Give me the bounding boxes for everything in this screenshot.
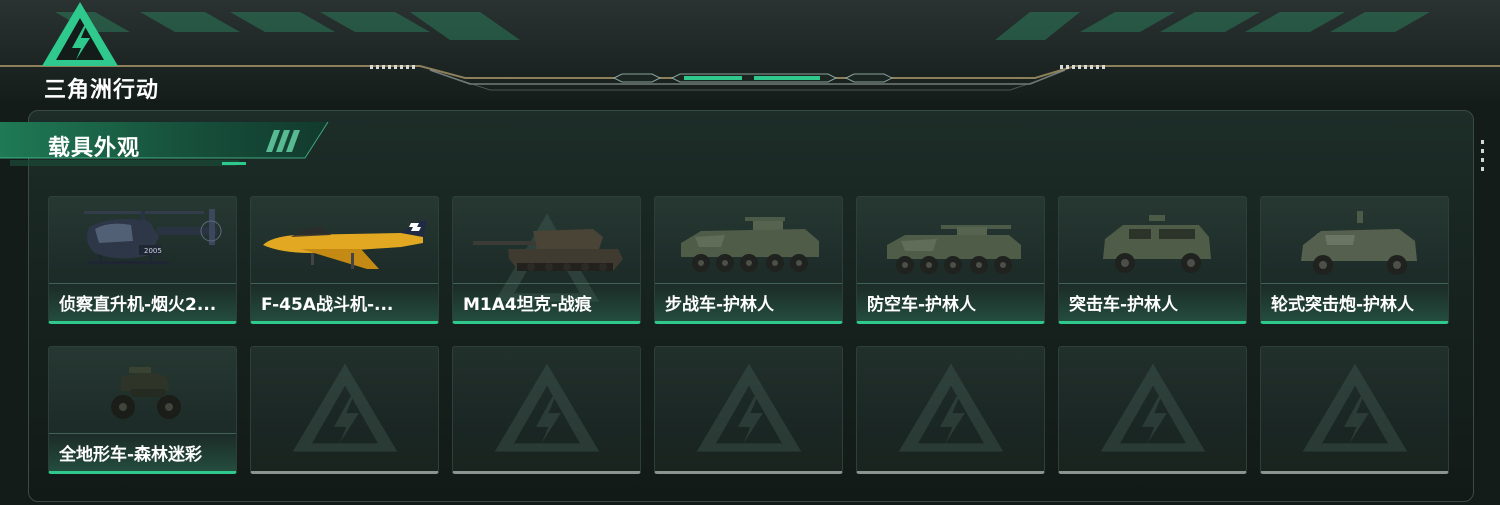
aa-vehicle-icon bbox=[887, 225, 1021, 274]
watermark-triangle-icon bbox=[292, 363, 397, 452]
fighter-jet-icon bbox=[263, 221, 427, 269]
vehicle-name: F-45A战斗机-... bbox=[261, 295, 394, 315]
watermark-triangle-icon bbox=[696, 363, 801, 452]
vehicle-name: M1A4坦克-战痕 bbox=[463, 295, 592, 315]
watermark-triangle-icon bbox=[494, 363, 599, 452]
empty-slot bbox=[250, 346, 439, 474]
logo-text: 三角洲行动 bbox=[44, 78, 160, 103]
atv-icon bbox=[111, 367, 181, 419]
vehicle-name: 步战车-护林人 bbox=[665, 295, 775, 315]
watermark-triangle-icon bbox=[898, 363, 1003, 452]
wheeled-assault-gun-icon bbox=[1301, 211, 1417, 275]
header-decoration bbox=[0, 12, 1500, 91]
vehicle-card-wheeled-assault-gun[interactable]: 轮式突击炮-护林人 bbox=[1260, 196, 1449, 324]
vehicle-name: 全地形车-森林迷彩 bbox=[59, 445, 203, 465]
empty-slot bbox=[654, 346, 843, 474]
empty-slot bbox=[1260, 346, 1449, 474]
game-logo: 三角洲行动 bbox=[40, 0, 190, 103]
scroll-indicator bbox=[1481, 140, 1485, 180]
empty-slot bbox=[452, 346, 641, 474]
vehicle-name: 轮式突击炮-护林人 bbox=[1271, 295, 1415, 315]
vehicle-card-tank[interactable]: M1A4坦克-战痕 bbox=[452, 196, 641, 324]
vehicle-name: 侦察直升机-烟火2... bbox=[59, 295, 217, 315]
vehicle-card-aa-vehicle[interactable]: 防空车-护林人 bbox=[856, 196, 1045, 324]
vehicle-name: 突击车-护林人 bbox=[1069, 295, 1179, 315]
assault-vehicle-icon bbox=[1103, 215, 1211, 273]
watermark-triangle-icon bbox=[1100, 363, 1205, 452]
vehicle-card-fighter-jet[interactable]: F-45A战斗机-... bbox=[250, 196, 439, 324]
vehicle-card-assault-vehicle[interactable]: 突击车-护林人 bbox=[1058, 196, 1247, 324]
empty-slot bbox=[1058, 346, 1247, 474]
watermark-triangle-icon bbox=[1302, 363, 1407, 452]
delta-triangle-icon bbox=[42, 2, 118, 66]
section-header: 载具外观 bbox=[0, 120, 330, 172]
top-header: 三角洲行动 bbox=[0, 0, 1500, 103]
vehicle-card-atv[interactable]: 全地形车-森林迷彩 bbox=[48, 346, 237, 474]
section-title: 载具外观 bbox=[48, 136, 141, 161]
vehicle-name: 防空车-护林人 bbox=[867, 295, 977, 315]
tank-icon bbox=[473, 229, 623, 271]
svg-text:2005: 2005 bbox=[144, 247, 162, 255]
helicopter-icon: 2005 bbox=[84, 209, 222, 264]
vehicle-grid: 2005 侦察直升机-烟火2... F-45A战斗机-... M1A4坦克-战痕… bbox=[48, 196, 1450, 476]
vehicle-card-ifv[interactable]: 步战车-护林人 bbox=[654, 196, 843, 324]
vehicle-card-helicopter[interactable]: 2005 侦察直升机-烟火2... bbox=[48, 196, 237, 324]
empty-slot bbox=[856, 346, 1045, 474]
ifv-icon bbox=[681, 217, 819, 272]
